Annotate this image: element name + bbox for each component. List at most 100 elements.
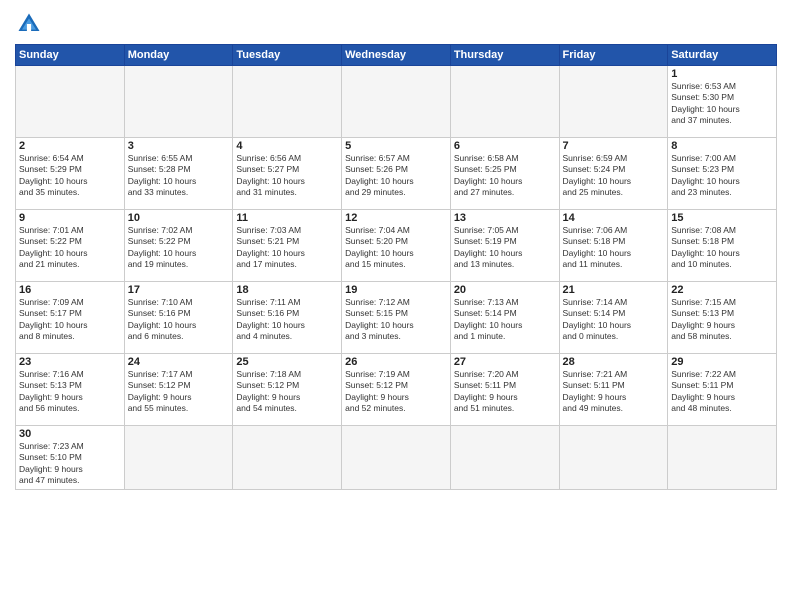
day-number: 17 (128, 284, 230, 296)
calendar-row: 16Sunrise: 7:09 AM Sunset: 5:17 PM Dayli… (16, 282, 777, 354)
day-info: Sunrise: 7:21 AM Sunset: 5:11 PM Dayligh… (563, 369, 665, 415)
header (15, 10, 777, 38)
table-row: 15Sunrise: 7:08 AM Sunset: 5:18 PM Dayli… (668, 210, 777, 282)
table-row: 25Sunrise: 7:18 AM Sunset: 5:12 PM Dayli… (233, 354, 342, 426)
table-row (668, 426, 777, 490)
day-number: 30 (19, 428, 121, 440)
col-sunday: Sunday (16, 45, 125, 66)
day-number: 19 (345, 284, 447, 296)
day-info: Sunrise: 7:19 AM Sunset: 5:12 PM Dayligh… (345, 369, 447, 415)
day-info: Sunrise: 7:04 AM Sunset: 5:20 PM Dayligh… (345, 225, 447, 271)
day-number: 6 (454, 140, 556, 152)
day-info: Sunrise: 7:06 AM Sunset: 5:18 PM Dayligh… (563, 225, 665, 271)
table-row: 7Sunrise: 6:59 AM Sunset: 5:24 PM Daylig… (559, 138, 668, 210)
table-row: 13Sunrise: 7:05 AM Sunset: 5:19 PM Dayli… (450, 210, 559, 282)
day-number: 27 (454, 356, 556, 368)
day-info: Sunrise: 7:17 AM Sunset: 5:12 PM Dayligh… (128, 369, 230, 415)
table-row: 16Sunrise: 7:09 AM Sunset: 5:17 PM Dayli… (16, 282, 125, 354)
table-row: 18Sunrise: 7:11 AM Sunset: 5:16 PM Dayli… (233, 282, 342, 354)
day-number: 25 (236, 356, 338, 368)
day-info: Sunrise: 7:14 AM Sunset: 5:14 PM Dayligh… (563, 297, 665, 343)
table-row (559, 426, 668, 490)
day-info: Sunrise: 7:10 AM Sunset: 5:16 PM Dayligh… (128, 297, 230, 343)
table-row: 14Sunrise: 7:06 AM Sunset: 5:18 PM Dayli… (559, 210, 668, 282)
day-number: 15 (671, 212, 773, 224)
day-number: 20 (454, 284, 556, 296)
table-row: 11Sunrise: 7:03 AM Sunset: 5:21 PM Dayli… (233, 210, 342, 282)
day-number: 9 (19, 212, 121, 224)
col-wednesday: Wednesday (342, 45, 451, 66)
day-number: 4 (236, 140, 338, 152)
table-row (16, 66, 125, 138)
day-number: 28 (563, 356, 665, 368)
day-number: 29 (671, 356, 773, 368)
logo (15, 10, 47, 38)
day-info: Sunrise: 7:15 AM Sunset: 5:13 PM Dayligh… (671, 297, 773, 343)
day-number: 10 (128, 212, 230, 224)
col-thursday: Thursday (450, 45, 559, 66)
table-row: 8Sunrise: 7:00 AM Sunset: 5:23 PM Daylig… (668, 138, 777, 210)
table-row: 12Sunrise: 7:04 AM Sunset: 5:20 PM Dayli… (342, 210, 451, 282)
day-number: 3 (128, 140, 230, 152)
col-saturday: Saturday (668, 45, 777, 66)
table-row: 4Sunrise: 6:56 AM Sunset: 5:27 PM Daylig… (233, 138, 342, 210)
table-row: 22Sunrise: 7:15 AM Sunset: 5:13 PM Dayli… (668, 282, 777, 354)
table-row: 26Sunrise: 7:19 AM Sunset: 5:12 PM Dayli… (342, 354, 451, 426)
table-row (124, 426, 233, 490)
table-row (233, 426, 342, 490)
table-row: 30Sunrise: 7:23 AM Sunset: 5:10 PM Dayli… (16, 426, 125, 490)
day-info: Sunrise: 6:57 AM Sunset: 5:26 PM Dayligh… (345, 153, 447, 199)
logo-icon (15, 10, 43, 38)
table-row (450, 66, 559, 138)
table-row: 27Sunrise: 7:20 AM Sunset: 5:11 PM Dayli… (450, 354, 559, 426)
day-info: Sunrise: 7:01 AM Sunset: 5:22 PM Dayligh… (19, 225, 121, 271)
day-info: Sunrise: 6:58 AM Sunset: 5:25 PM Dayligh… (454, 153, 556, 199)
table-row: 3Sunrise: 6:55 AM Sunset: 5:28 PM Daylig… (124, 138, 233, 210)
table-row: 23Sunrise: 7:16 AM Sunset: 5:13 PM Dayli… (16, 354, 125, 426)
day-number: 18 (236, 284, 338, 296)
day-number: 2 (19, 140, 121, 152)
day-info: Sunrise: 6:54 AM Sunset: 5:29 PM Dayligh… (19, 153, 121, 199)
day-info: Sunrise: 7:11 AM Sunset: 5:16 PM Dayligh… (236, 297, 338, 343)
day-info: Sunrise: 7:08 AM Sunset: 5:18 PM Dayligh… (671, 225, 773, 271)
day-number: 1 (671, 68, 773, 80)
day-number: 23 (19, 356, 121, 368)
day-number: 12 (345, 212, 447, 224)
day-number: 11 (236, 212, 338, 224)
table-row: 29Sunrise: 7:22 AM Sunset: 5:11 PM Dayli… (668, 354, 777, 426)
table-row: 1Sunrise: 6:53 AM Sunset: 5:30 PM Daylig… (668, 66, 777, 138)
day-info: Sunrise: 7:12 AM Sunset: 5:15 PM Dayligh… (345, 297, 447, 343)
day-info: Sunrise: 7:03 AM Sunset: 5:21 PM Dayligh… (236, 225, 338, 271)
col-tuesday: Tuesday (233, 45, 342, 66)
weekday-header-row: Sunday Monday Tuesday Wednesday Thursday… (16, 45, 777, 66)
day-info: Sunrise: 7:02 AM Sunset: 5:22 PM Dayligh… (128, 225, 230, 271)
calendar-row: 30Sunrise: 7:23 AM Sunset: 5:10 PM Dayli… (16, 426, 777, 490)
table-row (559, 66, 668, 138)
day-info: Sunrise: 7:13 AM Sunset: 5:14 PM Dayligh… (454, 297, 556, 343)
table-row: 20Sunrise: 7:13 AM Sunset: 5:14 PM Dayli… (450, 282, 559, 354)
calendar-row: 23Sunrise: 7:16 AM Sunset: 5:13 PM Dayli… (16, 354, 777, 426)
table-row: 2Sunrise: 6:54 AM Sunset: 5:29 PM Daylig… (16, 138, 125, 210)
day-info: Sunrise: 6:56 AM Sunset: 5:27 PM Dayligh… (236, 153, 338, 199)
col-friday: Friday (559, 45, 668, 66)
day-number: 8 (671, 140, 773, 152)
table-row: 28Sunrise: 7:21 AM Sunset: 5:11 PM Dayli… (559, 354, 668, 426)
day-number: 13 (454, 212, 556, 224)
day-info: Sunrise: 7:18 AM Sunset: 5:12 PM Dayligh… (236, 369, 338, 415)
table-row (124, 66, 233, 138)
day-info: Sunrise: 6:59 AM Sunset: 5:24 PM Dayligh… (563, 153, 665, 199)
table-row: 9Sunrise: 7:01 AM Sunset: 5:22 PM Daylig… (16, 210, 125, 282)
table-row (233, 66, 342, 138)
day-info: Sunrise: 7:16 AM Sunset: 5:13 PM Dayligh… (19, 369, 121, 415)
day-number: 26 (345, 356, 447, 368)
day-info: Sunrise: 6:55 AM Sunset: 5:28 PM Dayligh… (128, 153, 230, 199)
day-number: 14 (563, 212, 665, 224)
day-number: 5 (345, 140, 447, 152)
calendar-row: 2Sunrise: 6:54 AM Sunset: 5:29 PM Daylig… (16, 138, 777, 210)
table-row: 24Sunrise: 7:17 AM Sunset: 5:12 PM Dayli… (124, 354, 233, 426)
table-row (342, 426, 451, 490)
table-row (342, 66, 451, 138)
day-number: 22 (671, 284, 773, 296)
page: Sunday Monday Tuesday Wednesday Thursday… (0, 0, 792, 612)
day-info: Sunrise: 7:05 AM Sunset: 5:19 PM Dayligh… (454, 225, 556, 271)
